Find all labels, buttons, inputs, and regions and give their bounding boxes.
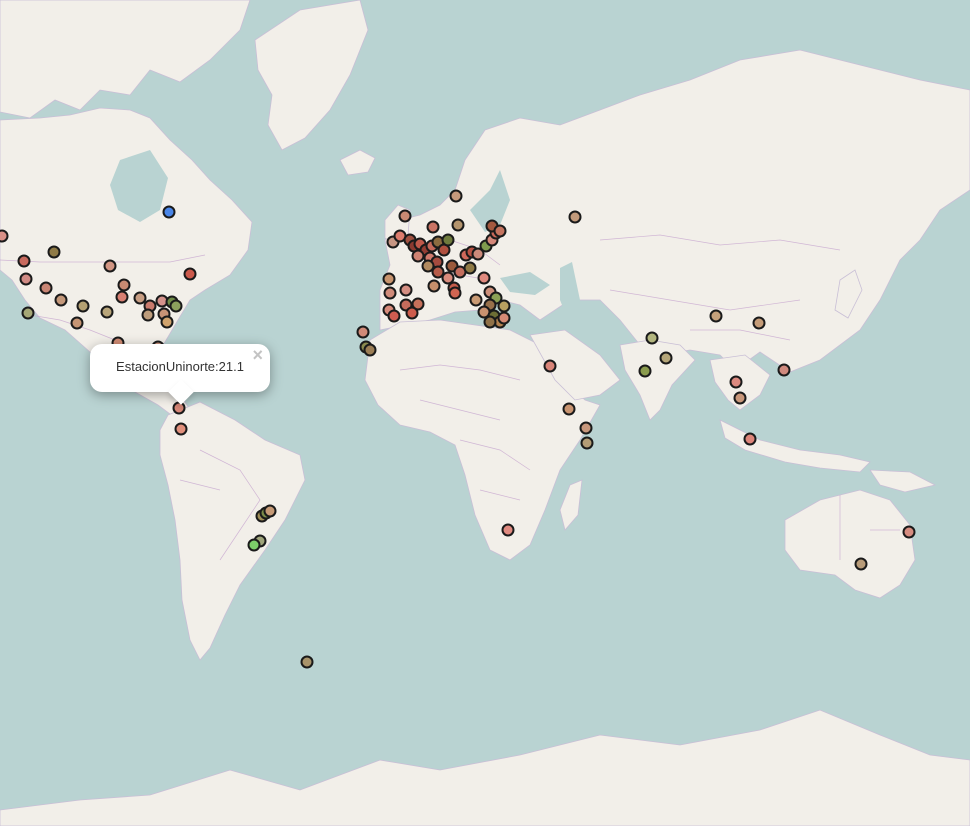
- station-marker[interactable]: [39, 281, 53, 295]
- station-marker[interactable]: [451, 218, 465, 232]
- station-marker[interactable]: [363, 343, 377, 357]
- station-marker[interactable]: [777, 363, 791, 377]
- station-marker[interactable]: [19, 272, 33, 286]
- station-marker[interactable]: [387, 309, 401, 323]
- landmass-antarctica: [0, 709, 970, 826]
- station-marker[interactable]: [405, 306, 419, 320]
- station-marker[interactable]: [902, 525, 916, 539]
- station-marker[interactable]: [76, 299, 90, 313]
- station-marker[interactable]: [356, 325, 370, 339]
- station-marker[interactable]: [431, 265, 445, 279]
- station-marker[interactable]: [579, 421, 593, 435]
- station-marker[interactable]: [501, 523, 515, 537]
- station-marker[interactable]: [426, 220, 440, 234]
- station-marker[interactable]: [162, 205, 176, 219]
- station-marker[interactable]: [752, 316, 766, 330]
- station-marker[interactable]: [0, 229, 9, 243]
- station-marker[interactable]: [133, 291, 147, 305]
- station-marker[interactable]: [100, 305, 114, 319]
- station-marker[interactable]: [483, 315, 497, 329]
- station-marker[interactable]: [411, 249, 425, 263]
- station-marker[interactable]: [568, 210, 582, 224]
- station-marker[interactable]: [47, 245, 61, 259]
- station-marker[interactable]: [743, 432, 757, 446]
- station-marker[interactable]: [659, 351, 673, 365]
- station-marker[interactable]: [263, 504, 277, 518]
- landmass-iceland: [339, 149, 376, 176]
- station-marker[interactable]: [497, 311, 511, 325]
- landmass-greenland: [254, 0, 369, 151]
- station-marker[interactable]: [645, 331, 659, 345]
- station-marker[interactable]: [449, 189, 463, 203]
- station-marker[interactable]: [729, 375, 743, 389]
- station-marker[interactable]: [141, 308, 155, 322]
- station-marker[interactable]: [469, 293, 483, 307]
- station-marker[interactable]: [493, 224, 507, 238]
- station-marker[interactable]: [70, 316, 84, 330]
- station-marker[interactable]: [115, 290, 129, 304]
- station-marker[interactable]: [103, 259, 117, 273]
- station-marker[interactable]: [562, 402, 576, 416]
- station-marker[interactable]: [17, 254, 31, 268]
- basemap: [0, 0, 970, 826]
- station-marker[interactable]: [441, 271, 455, 285]
- station-marker[interactable]: [448, 286, 462, 300]
- station-marker[interactable]: [21, 306, 35, 320]
- station-marker[interactable]: [247, 538, 261, 552]
- station-marker[interactable]: [543, 359, 557, 373]
- station-marker[interactable]: [383, 286, 397, 300]
- station-marker[interactable]: [427, 279, 441, 293]
- station-marker[interactable]: [733, 391, 747, 405]
- landmass-australia: [784, 489, 916, 599]
- landmass-madagascar: [559, 479, 583, 531]
- landmass-arctic-islands: [0, 0, 251, 119]
- landmass-new-guinea: [869, 469, 937, 493]
- station-marker[interactable]: [399, 283, 413, 297]
- station-marker[interactable]: [300, 655, 314, 669]
- landmass-south-america: [159, 401, 306, 661]
- map-view[interactable]: × EstacionUninorte:21.1: [0, 0, 970, 826]
- station-marker[interactable]: [382, 272, 396, 286]
- station-marker[interactable]: [854, 557, 868, 571]
- station-marker[interactable]: [441, 233, 455, 247]
- station-marker[interactable]: [117, 278, 131, 292]
- station-marker[interactable]: [54, 293, 68, 307]
- station-marker[interactable]: [638, 364, 652, 378]
- station-marker[interactable]: [463, 261, 477, 275]
- station-marker[interactable]: [398, 209, 412, 223]
- close-icon[interactable]: ×: [252, 346, 263, 364]
- station-marker[interactable]: [169, 299, 183, 313]
- station-marker[interactable]: [477, 271, 491, 285]
- station-marker[interactable]: [709, 309, 723, 323]
- station-marker[interactable]: [183, 267, 197, 281]
- station-marker[interactable]: [421, 259, 435, 273]
- station-marker[interactable]: [497, 299, 511, 313]
- station-marker[interactable]: [174, 422, 188, 436]
- station-marker[interactable]: [580, 436, 594, 450]
- landmass-india: [619, 339, 696, 421]
- station-marker[interactable]: [160, 315, 174, 329]
- landmass-indonesia: [719, 419, 871, 473]
- station-marker[interactable]: [172, 401, 186, 415]
- popup-text: EstacionUninorte:21.1: [116, 359, 244, 374]
- station-popup: × EstacionUninorte:21.1: [90, 344, 270, 405]
